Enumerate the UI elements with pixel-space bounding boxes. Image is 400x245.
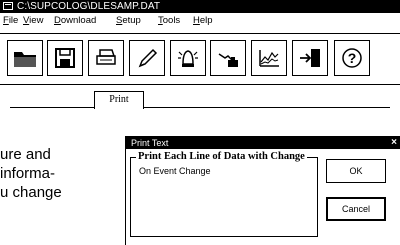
menu-file[interactable]: File [3,14,18,28]
exit-door-icon [300,49,320,67]
tab-divider [10,107,390,108]
cancel-button-label: Cancel [341,204,370,214]
ok-button-label: OK [349,166,363,176]
close-icon[interactable]: × [391,137,397,149]
cancel-button[interactable]: Cancel [326,197,386,221]
graph-button[interactable] [251,40,287,76]
print-options-group: Print Each Line of Data with Change On E… [130,151,318,237]
body-text: ure and informa- u change [0,145,135,202]
save-disk-icon [55,48,75,68]
svg-text:?: ? [348,50,357,66]
help-button[interactable]: ? [334,40,370,76]
menu-setup[interactable]: Setup [116,14,141,28]
print-icon [96,49,116,65]
print-text-dialog: Print Text × Print Each Line of Data wit… [125,136,400,245]
calibrate-button[interactable] [210,40,246,76]
alarm-button[interactable] [170,40,206,76]
group-label: Print Each Line of Data with Change [136,151,307,162]
menu-help[interactable]: Help [193,14,213,28]
ok-button[interactable]: OK [326,159,386,183]
open-button[interactable] [7,40,43,76]
title-bar: C:\SUPCOLOG\DLESAMP.DAT [0,0,400,13]
calibrate-hand-icon [218,53,238,67]
pen-icon [138,48,158,68]
alarm-bell-icon [178,50,198,67]
menu-tools[interactable]: Tools [158,14,180,28]
body-text-line: u change [0,184,62,201]
tab-row: Print [0,86,400,109]
window-title: C:\SUPCOLOG\DLESAMP.DAT [17,1,161,12]
main-window: C:\SUPCOLOG\DLESAMP.DAT File View Downlo… [0,0,400,109]
menu-download[interactable]: Download [54,14,96,28]
menu-view[interactable]: View [23,14,43,28]
body-text-line: informa- [0,165,56,182]
save-button[interactable] [47,40,83,76]
system-menu-icon[interactable] [3,2,13,10]
dialog-title: Print Text [131,138,169,148]
print-button[interactable] [88,40,124,76]
dialog-title-bar: Print Text × [126,137,400,149]
menu-bar: File View Download Setup Tools Help [0,14,400,28]
exit-button[interactable] [292,40,328,76]
pen-button[interactable] [129,40,165,76]
open-folder-icon [14,52,36,67]
tab-print[interactable]: Print [94,91,144,109]
toolbar: ? [0,33,400,85]
help-question-icon: ? [342,48,362,68]
graph-icon [259,50,279,67]
on-event-change-option[interactable]: On Event Change [139,166,211,176]
body-text-line: ure and [0,146,51,163]
